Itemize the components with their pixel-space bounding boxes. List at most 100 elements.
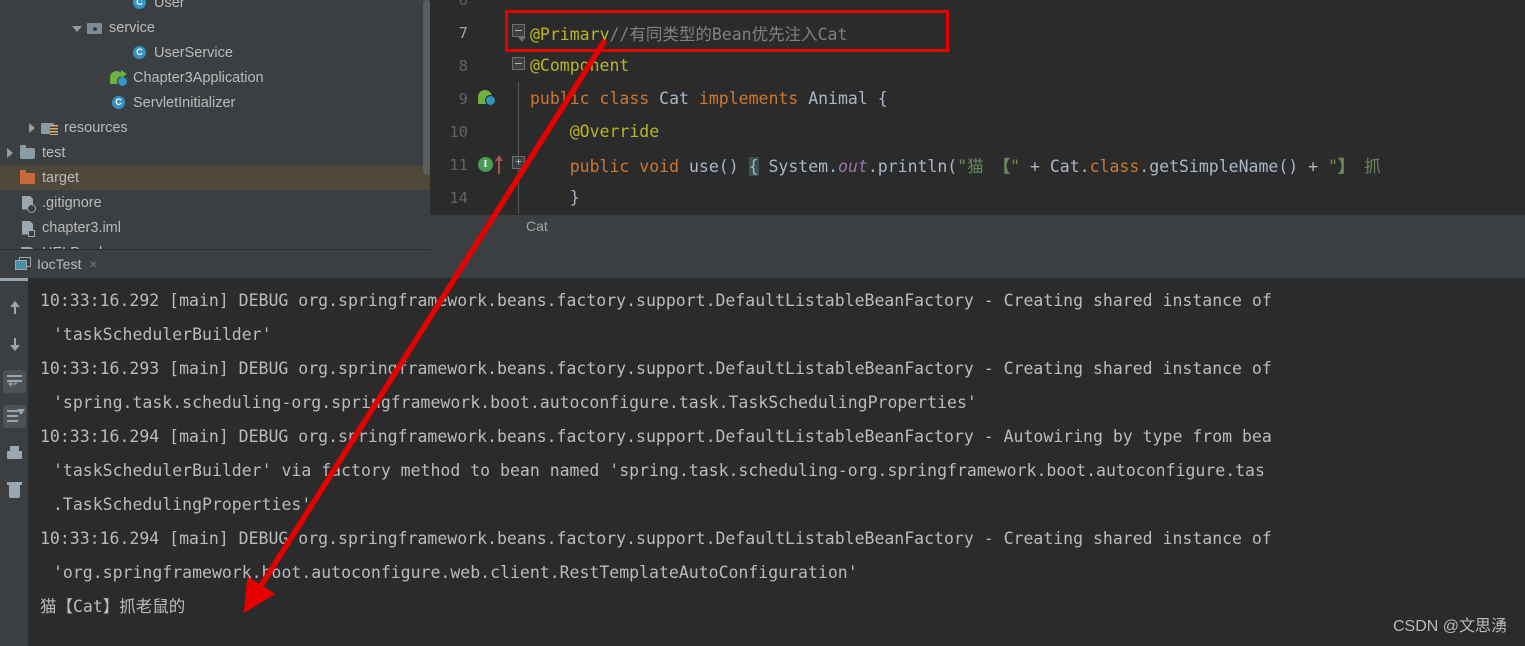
project-tree-panel[interactable]: User service UserService Chapter3Applicatio… — [0, 0, 430, 250]
tree-item-chapter3-iml[interactable]: chapter3.iml — [0, 215, 430, 240]
tree-item-userservice[interactable]: UserService — [0, 40, 430, 65]
console-log-line: 10:33:16.294 [main] DEBUG org.springfram… — [40, 529, 1272, 548]
token-static-field: out — [838, 156, 868, 176]
scroll-to-end-icon[interactable] — [3, 405, 26, 428]
up-arrow-icon[interactable] — [3, 296, 26, 319]
tree-item-resources[interactable]: resources — [0, 115, 430, 140]
line-number: 14 — [449, 188, 468, 207]
token-keyword: public — [569, 156, 640, 176]
fold-column[interactable] — [508, 181, 530, 214]
fold-column[interactable] — [508, 0, 530, 16]
code-editor-panel[interactable]: 6 7 @Primary//有同类型的Bean优先注入Cat 8 @Component 9… — [430, 0, 1525, 250]
token-plain: } — [530, 188, 580, 207]
code-line-11[interactable]: 11 public void use() { System.out.printl… — [430, 148, 1525, 181]
chevron-right-icon[interactable] — [3, 146, 17, 160]
fold-region-bar — [518, 181, 519, 214]
trash-icon[interactable] — [3, 478, 26, 501]
gutter[interactable] — [470, 148, 508, 181]
tree-item-user[interactable]: User — [0, 0, 430, 15]
gutter[interactable] — [470, 16, 508, 49]
token-annotation: @Primary — [530, 24, 610, 44]
spring-bean-icon[interactable] — [478, 90, 498, 108]
folder-icon — [19, 144, 37, 161]
tree-item-chapter3application[interactable]: Chapter3Application — [0, 65, 430, 90]
fold-column[interactable] — [508, 49, 530, 82]
token-class: Animal { — [808, 89, 888, 108]
tree-item-label: User — [154, 0, 185, 11]
gutter[interactable] — [470, 0, 508, 16]
tree-item-label: test — [42, 144, 66, 161]
token-keyword: public — [530, 89, 600, 108]
console-tab-ioctest[interactable]: IocTest × — [15, 253, 98, 275]
fold-collapse-icon[interactable] — [512, 24, 526, 42]
package-folder-icon — [86, 20, 104, 36]
console-log-line: 'taskSchedulerBuilder' — [53, 325, 272, 344]
iml-file-icon — [19, 220, 37, 237]
gutter[interactable] — [470, 115, 508, 148]
code-content[interactable]: } — [530, 188, 580, 207]
console-toolbar — [0, 278, 120, 646]
tree-item-test[interactable]: test — [0, 140, 430, 165]
tree-item-label: .gitignore — [42, 194, 102, 211]
fold-column[interactable] — [508, 16, 530, 49]
console-output[interactable]: 10:33:16.292 [main] DEBUG org.springfram… — [28, 278, 1525, 646]
token-class: Cat — [659, 89, 699, 108]
code-editor-scroll-area[interactable]: 6 7 @Primary//有同类型的Bean优先注入Cat 8 @Component 9… — [430, 0, 1525, 225]
chevron-right-icon[interactable] — [25, 121, 39, 135]
console-window-icon — [15, 256, 32, 272]
code-content[interactable]: public class Cat implements Animal { — [530, 89, 888, 108]
close-icon[interactable]: × — [89, 256, 97, 272]
breadcrumb-class-name[interactable]: Cat — [526, 218, 548, 234]
token-plain: () — [718, 156, 749, 176]
printer-icon[interactable] — [3, 443, 26, 466]
tree-item-servletinitializer[interactable]: ServletInitializer — [0, 90, 430, 115]
tree-item-label: target — [42, 169, 80, 186]
token-string: 抓 — [1354, 156, 1381, 176]
token-annotation: @Component — [530, 56, 630, 75]
token-string: " — [1010, 156, 1021, 176]
console-panel: IocTest × 10:33:16.292 [main] DEBUG org.… — [0, 250, 1525, 646]
spring-boot-app-icon — [110, 69, 128, 87]
code-line-6[interactable]: 6 — [430, 0, 1525, 16]
token-plain: System. — [758, 156, 839, 176]
overriding-method-arrow-icon[interactable] — [494, 155, 503, 174]
fold-column[interactable] — [508, 115, 530, 148]
project-tree-scrollbar[interactable] — [423, 0, 430, 175]
tree-item-label: UserService — [154, 44, 233, 61]
code-line-9[interactable]: 9 public class Cat implements Animal { — [430, 82, 1525, 115]
editor-bottom-strip — [430, 237, 1525, 250]
fold-column[interactable] — [508, 82, 530, 115]
tree-item-label: Chapter3Application — [133, 69, 264, 86]
tree-item-target[interactable]: target — [0, 165, 430, 190]
code-line-10[interactable]: 10 @Override — [430, 115, 1525, 148]
line-number: 8 — [458, 56, 468, 75]
run-triangle-icon — [121, 69, 127, 78]
gutter[interactable] — [470, 181, 508, 214]
code-content[interactable]: @Override — [530, 122, 659, 141]
tree-item--gitignore[interactable]: .gitignore — [0, 190, 430, 215]
code-content[interactable]: @Component — [530, 56, 629, 75]
breadcrumb[interactable]: Cat — [430, 214, 1525, 237]
line-number: 10 — [449, 122, 468, 141]
token-string-bold: 】 — [1337, 156, 1355, 176]
down-arrow-icon[interactable] — [3, 333, 26, 356]
code-line-7[interactable]: 7 @Primary//有同类型的Bean优先注入Cat — [430, 16, 1525, 49]
gutter[interactable] — [470, 49, 508, 82]
code-line-14[interactable]: 14 } — [430, 181, 1525, 214]
fold-collapse-icon[interactable] — [512, 57, 525, 70]
soft-wrap-icon[interactable] — [3, 370, 26, 393]
line-number: 6 — [430, 0, 470, 9]
code-content[interactable]: public void use() { System.out.println("… — [530, 153, 1381, 177]
implemented-method-icon[interactable] — [478, 157, 493, 172]
code-content[interactable]: @Primary//有同类型的Bean优先注入Cat — [530, 21, 847, 45]
class-icon — [131, 45, 149, 61]
chevron-down-icon[interactable] — [70, 21, 84, 35]
tree-item-service[interactable]: service — [0, 15, 430, 40]
gutter[interactable] — [470, 82, 508, 115]
fold-column[interactable] — [508, 148, 530, 181]
code-line-8[interactable]: 8 @Component — [430, 49, 1525, 82]
class-icon — [110, 95, 128, 111]
fold-expand-icon[interactable] — [512, 155, 525, 169]
